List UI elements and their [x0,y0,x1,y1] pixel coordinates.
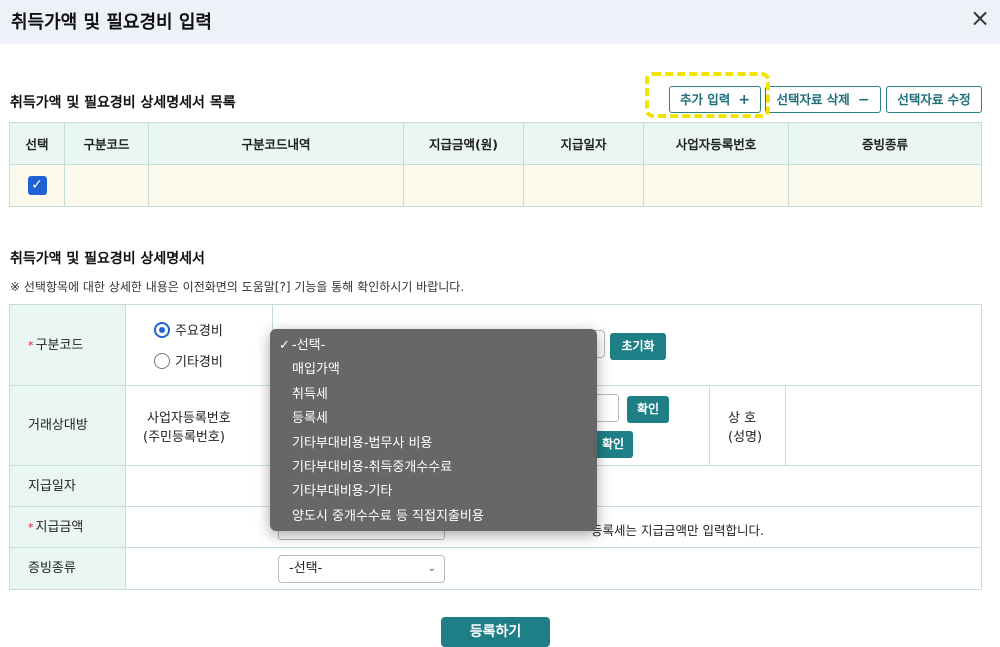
col-pay-date: 지급일자 [523,122,644,165]
dropdown-option[interactable]: 기타부대비용-기타 [270,480,597,504]
edit-selected-button[interactable]: 선택자료 수정 [886,86,982,113]
radio-other-expense[interactable]: 기타경비 [154,351,223,370]
dropdown-option[interactable]: 취득세 [270,383,597,407]
dropdown-option[interactable]: 양도시 중개수수료 등 직접지출비용 [270,505,597,529]
business-name-label: 상 호 [728,411,757,426]
col-select: 선택 [9,122,65,165]
reg-confirm-button-2[interactable]: 확인 [593,431,633,458]
pay-amount-hint: 등록세는 지급금액만 입력합니다. [591,523,764,538]
code-label: 구분코드 [35,338,84,353]
dropdown-option[interactable]: 매입가액 [270,358,597,382]
col-evidence: 증빙종류 [788,122,982,165]
table-cell [148,164,404,207]
highlight-marker [645,72,770,118]
radio-other-label: 기타경비 [175,355,223,370]
evidence-label: 증빙종류 [28,561,76,576]
col-amount: 지급금액(원) [403,122,524,165]
evidence-select[interactable]: -선택- ⌄ [278,555,445,583]
reg-confirm-button[interactable]: 확인 [627,396,669,423]
table-cell [523,164,644,207]
pay-date-label-cell: 지급일자 [10,466,125,507]
col-divider [125,305,126,589]
col-divider [709,385,710,465]
row-checkbox[interactable]: ✓ [27,176,47,195]
detail-list-table: 선택 구분코드 구분코드내역 지급금액(원) 지급일자 사업자등록번호 증빙종류… [9,122,982,207]
detail-section-title: 취득가액 및 필요경비 상세명세서 [10,251,205,267]
table-cell [64,164,149,207]
delete-selected-button[interactable]: 선택자료 삭제 − [765,86,881,113]
close-icon[interactable]: × [966,4,994,32]
business-name-sublabel: (성명) [728,430,763,445]
pay-amount-label-cell: * 지급금액 [10,507,125,548]
code-dropdown-menu: ✓ -선택- 매입가액 취득세 등록세 기타부대비용-법무사 비용 기타부대비용-… [270,329,597,531]
table-row: ✓ [9,164,982,207]
dropdown-option[interactable]: ✓ -선택- [270,334,597,358]
table-cell [788,164,982,207]
code-label-cell: * 구분코드 [10,305,125,386]
row-divider [10,547,981,548]
reg-number-label: 사업자등록번호 [147,411,231,426]
delete-selected-label: 선택자료 삭제 [776,92,850,107]
pay-amount-label: 지급금액 [35,520,84,535]
evidence-label-cell: 증빙종류 [10,548,125,589]
table-header-row: 선택 구분코드 구분코드내역 지급금액(원) 지급일자 사업자등록번호 증빙종류 [9,122,982,165]
dialog-header: 취득가액 및 필요경비 입력 × [0,0,1000,44]
minus-icon: − [857,92,870,108]
dropdown-option[interactable]: 기타부대비용-취득중개수수료 [270,456,597,480]
pay-date-label: 지급일자 [28,479,76,494]
col-divider [785,385,786,465]
dialog-title: 취득가액 및 필요경비 입력 [11,12,212,33]
check-icon: ✓ [279,338,290,353]
reset-button[interactable]: 초기화 [610,333,666,360]
col-business-no: 사업자등록번호 [643,122,789,165]
row-select-cell: ✓ [9,164,65,207]
col-code-desc: 구분코드내역 [148,122,404,165]
required-mark: * [28,521,34,534]
dropdown-option[interactable]: 등록세 [270,407,597,431]
dropdown-option[interactable]: 기타부대비용-법무사 비용 [270,432,597,456]
chevron-down-icon: ⌄ [427,563,436,574]
radio-selected-icon [154,322,170,338]
radio-main-label: 주요경비 [175,324,223,339]
table-cell [643,164,789,207]
submit-button[interactable]: 등록하기 [441,617,550,647]
required-mark: * [28,339,34,352]
counterparty-label-cell: 거래상대방 [10,386,125,466]
col-code: 구분코드 [64,122,149,165]
evidence-select-value: -선택- [289,561,323,576]
radio-empty-icon [154,353,170,369]
list-section-title: 취득가액 및 필요경비 상세명세서 목록 [10,95,236,111]
reg-number-sublabel: (주민등록번호) [143,430,225,445]
radio-main-expense[interactable]: 주요경비 [154,320,223,339]
help-note: ※ 선택항목에 대한 상세한 내용은 이전화면의 도움말[?] 기능을 통해 확… [10,280,465,294]
counterparty-label: 거래상대방 [28,418,88,433]
table-cell [403,164,524,207]
